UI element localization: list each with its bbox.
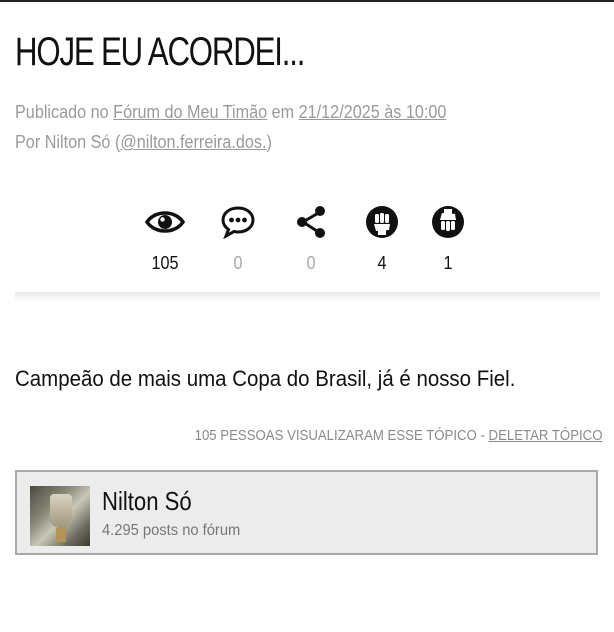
section-divider — [15, 292, 600, 302]
fist-up-count: 4 — [377, 253, 387, 273]
stat-fist-down[interactable]: 1 — [418, 205, 478, 274]
comment-icon — [221, 206, 255, 239]
comments-count: 0 — [233, 253, 243, 273]
avatar[interactable] — [30, 486, 90, 546]
author-card[interactable]: Nilton Só 4.295 posts no fórum — [15, 470, 598, 555]
author-prefix: Por Nilton Só ( — [15, 132, 121, 152]
trophy-base — [56, 528, 66, 542]
stats-bar: 105 0 0 4 1 — [135, 205, 475, 280]
post-author-line: Por Nilton Só (@nilton.ferreira.dos.) — [15, 132, 272, 153]
forum-link[interactable]: Fórum do Meu Timão — [113, 102, 267, 122]
date-link[interactable]: 21/12/2025 às 10:00 — [299, 102, 447, 122]
author-handle-link[interactable]: @nilton.ferreira.dos. — [120, 132, 266, 152]
stat-comments[interactable]: 0 — [208, 205, 268, 274]
trophy-shape — [50, 494, 72, 528]
delete-topic-link[interactable]: DELETAR TÓPICO — [488, 427, 602, 444]
fist-down-icon — [432, 206, 464, 238]
eye-icon — [145, 211, 185, 233]
date-prefix: em — [267, 102, 299, 122]
post-title: HOJE EU ACORDEI... — [15, 30, 305, 74]
author-post-count: 4.295 posts no fórum — [102, 522, 241, 539]
post-body: Campeão de mais uma Copa do Brasil, já é… — [15, 366, 516, 391]
shares-count: 0 — [306, 253, 316, 273]
stat-fist-up[interactable]: 4 — [352, 205, 412, 274]
stat-shares[interactable]: 0 — [281, 205, 341, 274]
top-border — [0, 0, 614, 2]
post-footer: 105 PESSOAS VISUALIZARAM ESSE TÓPICO - D… — [194, 427, 602, 444]
post-published-line: Publicado no Fórum do Meu Timão em 21/12… — [15, 102, 446, 123]
fist-down-count: 1 — [443, 253, 453, 273]
share-icon — [297, 206, 325, 238]
views-summary: 105 PESSOAS VISUALIZARAM ESSE TÓPICO - — [194, 427, 489, 444]
views-count: 105 — [151, 253, 179, 273]
published-prefix: Publicado no — [15, 102, 114, 122]
stat-views[interactable]: 105 — [135, 205, 195, 274]
author-name[interactable]: Nilton Só — [102, 486, 192, 517]
author-suffix: ) — [266, 132, 272, 152]
fist-icon — [366, 206, 398, 238]
